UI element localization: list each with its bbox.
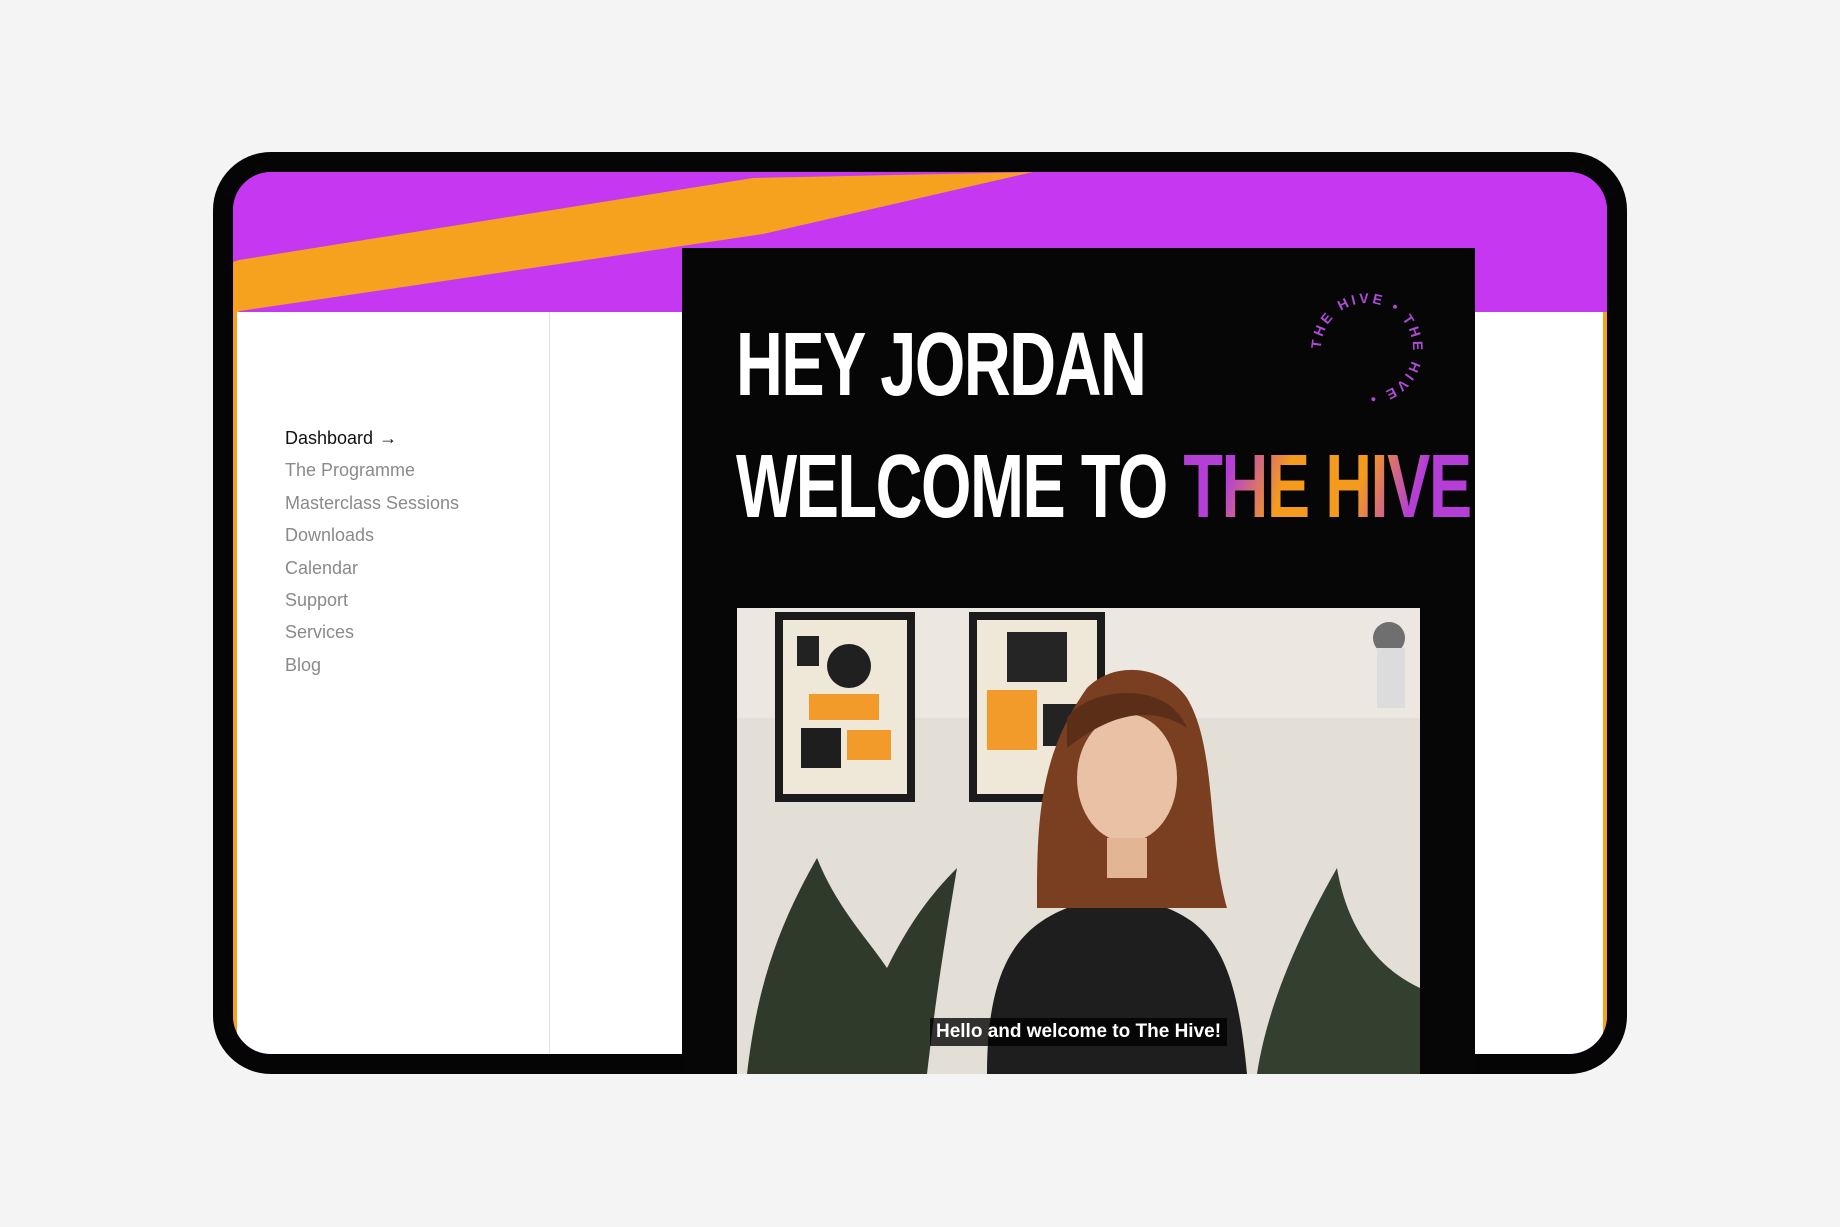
arrow-right-icon: → [379, 428, 398, 448]
hero-welcome-line: WELCOME TO THE HIVE [736, 426, 1472, 548]
sidebar: Dashboard → The Programme Masterclass Ses… [237, 312, 550, 1054]
sidebar-item-blog[interactable]: Blog [285, 649, 459, 681]
sidebar-nav: Dashboard → The Programme Masterclass Ses… [285, 422, 459, 681]
video-caption: Hello and welcome to The Hive! [737, 1018, 1420, 1046]
sidebar-item-label: Dashboard [285, 428, 374, 448]
hero-brand-name: THE HIVE [1183, 437, 1472, 537]
svg-text:THE HIVE • THE HIVE •: THE HIVE • THE HIVE • [1308, 290, 1426, 408]
sidebar-item-the-programme[interactable]: The Programme [285, 454, 459, 486]
sidebar-item-masterclass-sessions[interactable]: Masterclass Sessions [285, 487, 459, 519]
welcome-hero: HEY JORDAN WELCOME TO THE HIVE THE HIVE … [682, 248, 1475, 1074]
welcome-video-player[interactable]: Hello and welcome to The Hive! [737, 608, 1420, 1074]
page-background: Dashboard → The Programme Masterclass Ses… [0, 0, 1840, 1227]
sidebar-item-dashboard[interactable]: Dashboard → [285, 422, 459, 454]
sidebar-item-downloads[interactable]: Downloads [285, 519, 459, 551]
sidebar-item-support[interactable]: Support [285, 584, 459, 616]
badge-text: THE HIVE • THE HIVE • [1308, 290, 1423, 408]
the-hive-circular-badge: THE HIVE • THE HIVE • [1308, 290, 1426, 408]
tablet-frame: Dashboard → The Programme Masterclass Ses… [213, 152, 1627, 1074]
video-frame-illustration [737, 608, 1420, 1074]
sidebar-item-calendar[interactable]: Calendar [285, 552, 459, 584]
video-caption-text: Hello and welcome to The Hive! [929, 1018, 1228, 1046]
sidebar-item-services[interactable]: Services [285, 616, 459, 648]
hero-welcome-prefix: WELCOME TO [736, 437, 1184, 537]
